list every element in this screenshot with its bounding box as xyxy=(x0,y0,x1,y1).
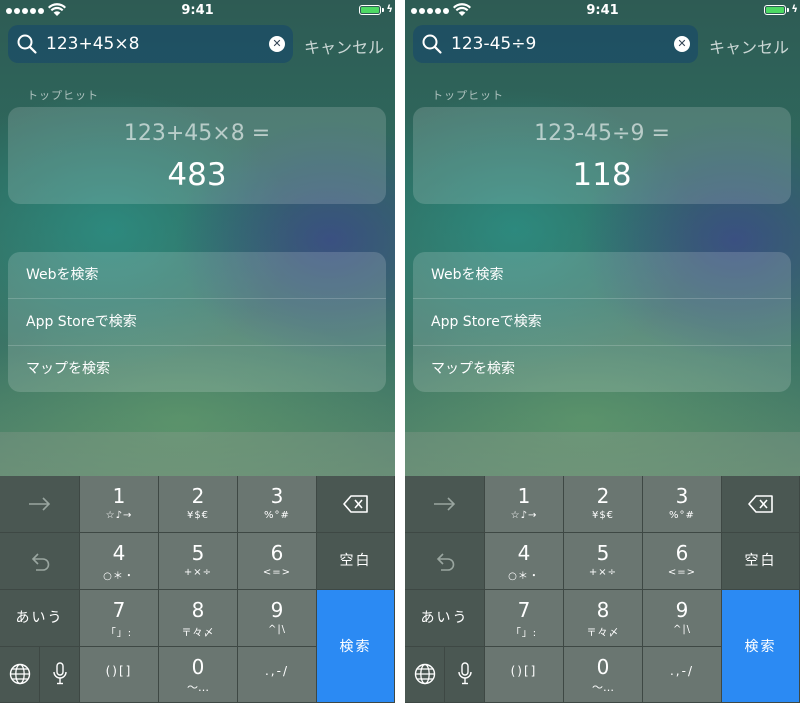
status-bar: 9:41 ϟ xyxy=(405,0,800,22)
search-actions-list: Webを検索 App Storeで検索 マップを検索 xyxy=(413,252,791,392)
key-6[interactable]: 6 <=> xyxy=(643,533,722,590)
kana-key[interactable]: あいう xyxy=(0,590,80,647)
search-app-store-item[interactable]: App Storeで検索 xyxy=(8,298,386,344)
screen-right: 9:41 ϟ 123-45÷9 ✕ キャンセル トップヒット 123-45÷9 … xyxy=(405,0,800,703)
arrow-right-icon xyxy=(434,497,456,511)
key-4[interactable]: 4 ○＊・ xyxy=(485,533,564,590)
microphone-key[interactable] xyxy=(445,647,485,703)
key-1[interactable]: 1 ☆♪→ xyxy=(485,476,564,533)
keyboard: 1 ☆♪→ 2 ¥$€ 3 %°# 4 ○＊・ 5 +×÷ 6 <=> 空白 あいう 7 「」… xyxy=(405,476,800,703)
key-2[interactable]: 2 ¥$€ xyxy=(564,476,643,533)
charging-icon: ϟ xyxy=(386,4,393,15)
top-hit-label: トップヒット xyxy=(27,89,99,102)
search-actions-list: Webを検索 App Storeで検索 マップを検索 xyxy=(8,252,386,392)
microphone-icon xyxy=(53,662,67,685)
charging-icon: ϟ xyxy=(791,4,798,15)
search-web-item[interactable]: Webを検索 xyxy=(413,252,791,298)
punctuation-key[interactable]: .,-/ xyxy=(643,647,722,703)
kana-key[interactable]: あいう xyxy=(405,590,485,647)
key-3[interactable]: 3 %°# xyxy=(238,476,317,533)
search-icon xyxy=(17,34,37,54)
key-5[interactable]: 5 +×÷ xyxy=(564,533,643,590)
key-0[interactable]: 0 〜… xyxy=(564,647,643,703)
status-time: 9:41 xyxy=(181,3,214,18)
search-icon xyxy=(422,34,442,54)
key-9[interactable]: 9 ^|\ xyxy=(238,590,317,647)
globe-icon xyxy=(414,663,436,685)
calculator-result-card[interactable]: 123-45÷9 = 118 xyxy=(413,107,791,204)
calc-expression: 123+45×8 = xyxy=(123,121,271,146)
key-9[interactable]: 9 ^|\ xyxy=(643,590,722,647)
space-key[interactable]: 空白 xyxy=(317,533,395,590)
globe-icon xyxy=(9,663,31,685)
undo-key[interactable] xyxy=(0,533,80,590)
keyboard: 1 ☆♪→ 2 ¥$€ 3 %°# 4 ○＊・ 5 +×÷ 6 <=> 空白 あいう 7 「」… xyxy=(0,476,395,703)
key-7[interactable]: 7 「」: xyxy=(485,590,564,647)
status-time: 9:41 xyxy=(586,3,619,18)
calc-expression: 123-45÷9 = xyxy=(534,121,670,146)
search-key[interactable]: 検索 xyxy=(722,590,800,703)
delete-key[interactable] xyxy=(317,476,395,533)
search-web-item[interactable]: Webを検索 xyxy=(8,252,386,298)
search-maps-item[interactable]: マップを検索 xyxy=(8,345,386,391)
delete-key[interactable] xyxy=(722,476,800,533)
delete-backspace-icon xyxy=(343,495,368,513)
key-8[interactable]: 8 〒々〆 xyxy=(159,590,238,647)
calculator-result-card[interactable]: 123+45×8 = 483 xyxy=(8,107,386,204)
globe-key[interactable] xyxy=(0,647,40,703)
cancel-button[interactable]: キャンセル xyxy=(304,34,384,58)
key-5[interactable]: 5 +×÷ xyxy=(159,533,238,590)
calc-result: 483 xyxy=(167,157,227,193)
battery-icon xyxy=(764,5,786,15)
search-app-store-item[interactable]: App Storeで検索 xyxy=(413,298,791,344)
top-hit-label: トップヒット xyxy=(432,89,504,102)
arrow-right-key[interactable] xyxy=(405,476,485,533)
arrow-right-key[interactable] xyxy=(0,476,80,533)
key-1[interactable]: 1 ☆♪→ xyxy=(80,476,159,533)
undo-icon xyxy=(436,553,455,571)
status-bar: 9:41 ϟ xyxy=(0,0,395,22)
key-8[interactable]: 8 〒々〆 xyxy=(564,590,643,647)
calc-result: 118 xyxy=(572,157,632,193)
search-query[interactable]: 123-45÷9 xyxy=(451,34,536,54)
key-4[interactable]: 4 ○＊・ xyxy=(80,533,159,590)
arrow-right-icon xyxy=(29,497,51,511)
search-key[interactable]: 検索 xyxy=(317,590,395,703)
key-6[interactable]: 6 <=> xyxy=(238,533,317,590)
brackets-key[interactable]: ()[] xyxy=(485,647,564,703)
undo-key[interactable] xyxy=(405,533,485,590)
keyboard-backdrop xyxy=(405,432,800,476)
key-3[interactable]: 3 %°# xyxy=(643,476,722,533)
microphone-key[interactable] xyxy=(40,647,80,703)
clear-icon[interactable]: ✕ xyxy=(269,36,285,52)
cancel-button[interactable]: キャンセル xyxy=(709,34,789,58)
delete-backspace-icon xyxy=(748,495,773,513)
keyboard-backdrop xyxy=(0,432,395,476)
search-maps-item[interactable]: マップを検索 xyxy=(413,345,791,391)
search-field[interactable]: 123-45÷9 ✕ xyxy=(413,25,698,63)
undo-icon xyxy=(31,553,50,571)
brackets-key[interactable]: ()[] xyxy=(80,647,159,703)
key-7[interactable]: 7 「」: xyxy=(80,590,159,647)
screen-left: 9:41 ϟ 123+45×8 ✕ キャンセル トップヒット 123+45×8 … xyxy=(0,0,395,703)
search-query[interactable]: 123+45×8 xyxy=(46,34,139,54)
globe-key[interactable] xyxy=(405,647,445,703)
key-0[interactable]: 0 〜… xyxy=(159,647,238,703)
punctuation-key[interactable]: .,-/ xyxy=(238,647,317,703)
search-field[interactable]: 123+45×8 ✕ xyxy=(8,25,293,63)
battery-icon xyxy=(359,5,381,15)
clear-icon[interactable]: ✕ xyxy=(674,36,690,52)
microphone-icon xyxy=(458,662,472,685)
key-2[interactable]: 2 ¥$€ xyxy=(159,476,238,533)
space-key[interactable]: 空白 xyxy=(722,533,800,590)
